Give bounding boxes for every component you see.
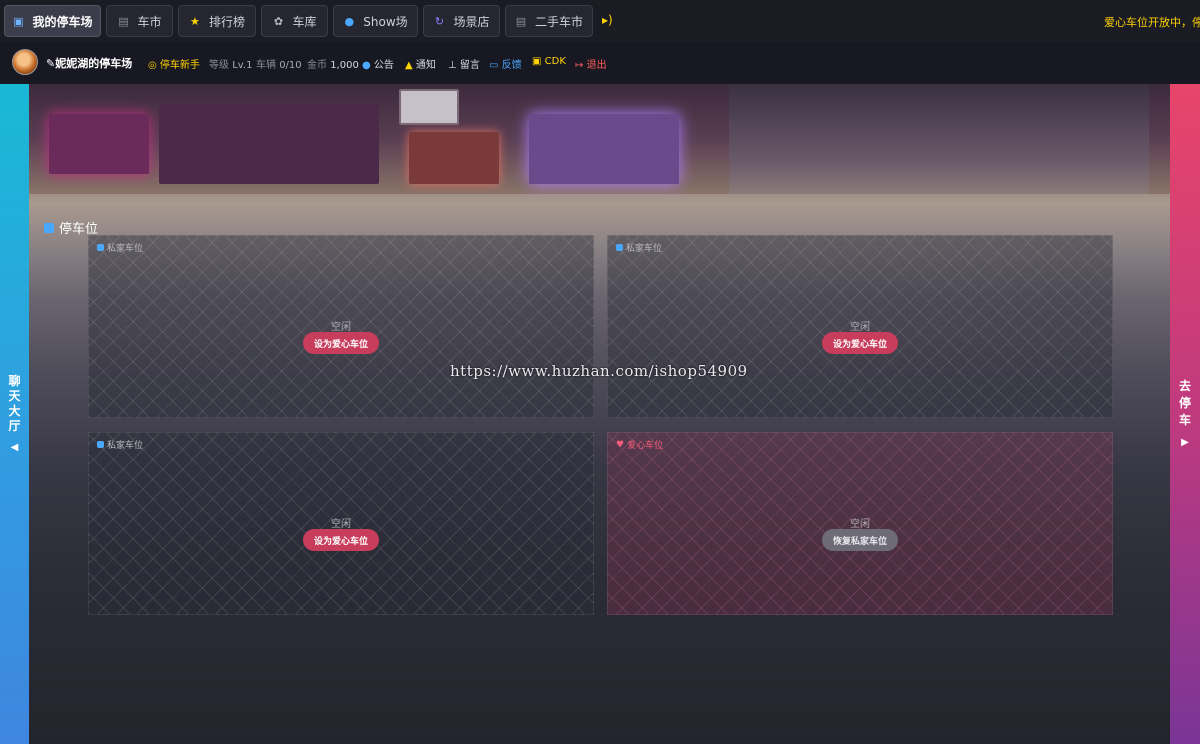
restore-private-slot-button[interactable]: 恢复私家车位 (821, 529, 899, 551)
cdk-link[interactable]: ▣ CDK (532, 56, 566, 67)
shop-front (49, 114, 149, 174)
tab-label: 车市 (137, 14, 162, 29)
tab-scene-shop[interactable]: ↻ 场景店 (423, 5, 500, 37)
tab-used-cars[interactable]: ▤ 二手车市 (505, 5, 593, 37)
notify-link[interactable]: ▲ 通知 (405, 56, 436, 71)
slot-label: 私家车位 (97, 438, 143, 451)
feedback-link[interactable]: ▭ 反馈 (489, 56, 522, 71)
speaker-icon[interactable]: ▸) (602, 13, 613, 27)
slot-status: 空闲 (331, 519, 351, 530)
info-icon: ● (362, 60, 371, 71)
chat-icon: ▭ (489, 60, 499, 71)
tab-label: 排行榜 (208, 14, 245, 29)
car-icon: ▤ (118, 14, 129, 28)
target-icon: ◎ (148, 60, 157, 71)
tab-label: 二手车市 (534, 14, 583, 29)
slot-label: 私家车位 (97, 241, 143, 254)
bridge (729, 84, 1149, 194)
logout-icon: ↦ (575, 60, 584, 71)
top-nav: ▣ 我的停车场 ▤ 车市 ★ 排行榜 ✿ 车库 ● Show场 ↻ 场景店 ▤ … (0, 0, 1200, 42)
tab-show[interactable]: ● Show场 (333, 5, 418, 37)
gift-icon: ▣ (532, 56, 542, 67)
shop-front (529, 114, 679, 184)
tab-my-parking[interactable]: ▣ 我的停车场 (4, 5, 101, 37)
set-love-slot-button[interactable]: 设为爱心车位 (302, 529, 380, 551)
notice-link[interactable]: ● 公告 (362, 56, 394, 71)
gear-icon: ✿ (273, 14, 284, 28)
lock-icon: ▣ (13, 14, 24, 28)
tab-label: 场景店 (453, 14, 490, 29)
logout-link[interactable]: ↦ 退出 (575, 56, 607, 71)
tab-label: 车库 (292, 14, 317, 29)
parking-slot: 私家车位 空闲 设为爱心车位 (88, 235, 594, 418)
slot-status: 空闲 (850, 322, 870, 333)
lock-icon (97, 244, 104, 251)
avatar[interactable] (12, 49, 38, 75)
coins-stat: 金币 1,000 (307, 60, 359, 71)
slot-status: 空闲 (331, 322, 351, 333)
set-love-slot-button[interactable]: 设为爱心车位 (302, 332, 380, 354)
parking-slot-love: ♥ 爱心车位 空闲 恢复私家车位 (607, 432, 1113, 615)
tab-car-market[interactable]: ▤ 车市 (106, 5, 173, 37)
rank-badge: ◎ 停车新手 (148, 60, 200, 71)
tab-leaderboard[interactable]: ★ 排行榜 (178, 5, 256, 37)
info-icon: ● (344, 14, 355, 28)
star-icon: ★ (190, 14, 200, 28)
lock-icon (616, 244, 623, 251)
parking-slot: 私家车位 空闲 设为爱心车位 (88, 432, 594, 615)
heart-icon: ♥ (616, 439, 625, 450)
billboard (399, 89, 459, 125)
tab-label: 我的停车场 (32, 14, 93, 29)
user-bar: ✎妮妮湖的停车场 ◎ 停车新手 等级 Lv.1 车辆 0/10 金币 1,000… (0, 42, 1200, 84)
arrow-right-icon: ▶ (1181, 437, 1189, 448)
watermark: https://www.huzhan.com/ishop54909 (450, 362, 748, 380)
tab-label: Show场 (363, 14, 408, 29)
slot-label: ♥ 爱心车位 (616, 439, 664, 452)
bell-icon: ▲ (405, 60, 413, 71)
chat-hall-label: 聊天大厅 (8, 373, 21, 433)
parking-slot: 私家车位 空闲 设为爱心车位 (607, 235, 1113, 418)
shop-front (409, 132, 499, 184)
lock-icon (97, 441, 104, 448)
tab-garage[interactable]: ✿ 车库 (261, 5, 328, 37)
level-stat: 等级 Lv.1 (209, 60, 253, 71)
set-love-slot-button[interactable]: 设为爱心车位 (821, 332, 899, 354)
slot-label: 私家车位 (616, 241, 662, 254)
chat-hall-tab[interactable]: 聊天大厅 ◀ (0, 84, 29, 744)
arrow-left-icon: ◀ (10, 441, 19, 453)
announcement-marquee: 爱心车位开放中，停车 (1104, 16, 1200, 29)
refresh-icon: ↻ (434, 14, 445, 28)
parking-name: ✎妮妮湖的停车场 (46, 57, 133, 70)
feather-icon: ✎ (46, 57, 56, 70)
go-park-label: 去停车 (1178, 379, 1191, 427)
slot-status: 空闲 (850, 519, 870, 530)
car-icon: ▤ (515, 14, 527, 28)
message-link[interactable]: ⊥ 留言 (448, 56, 480, 71)
lock-icon (44, 222, 54, 233)
building (159, 104, 379, 184)
pin-icon: ⊥ (448, 60, 457, 71)
cars-stat: 车辆 0/10 (256, 60, 302, 71)
go-park-tab[interactable]: 去停车 ▶ (1170, 84, 1200, 744)
